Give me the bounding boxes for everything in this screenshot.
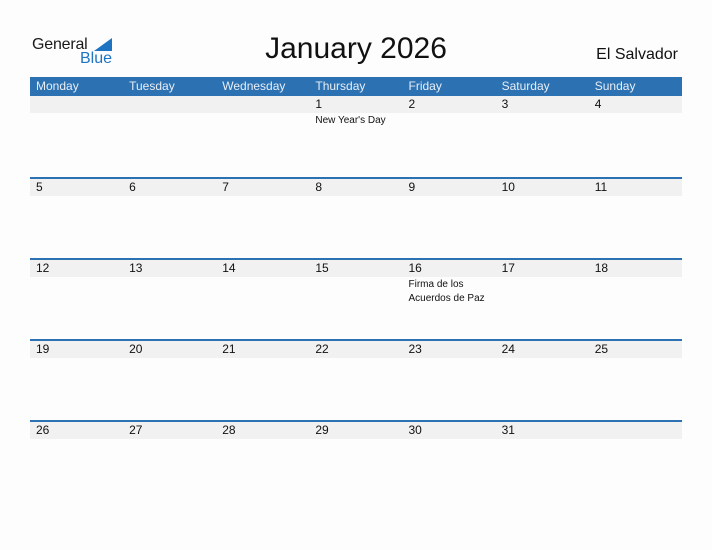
day-number: 4 (594, 97, 602, 111)
day-number: 13 (129, 261, 143, 275)
day-cell: 31 (496, 422, 589, 439)
day-cell: 28 (216, 422, 309, 439)
day-number: 21 (222, 342, 236, 356)
weekday-saturday: Saturday (501, 79, 550, 93)
day-cell: 9 (403, 179, 496, 196)
holiday-label: New Year's Day (315, 115, 386, 126)
weeks-container: 1 New Year's Day 2 3 4 5 6 7 8 9 10 11 12 13 14 15 16 Fir… (30, 96, 682, 501)
day-number: 7 (222, 180, 229, 194)
day-number: 12 (36, 261, 50, 275)
day-number: 3 (501, 97, 509, 111)
day-number (595, 422, 682, 439)
week-row: 26 27 28 29 30 31 (30, 420, 682, 501)
day-cell: 15 (309, 260, 402, 306)
day-number: 20 (129, 342, 143, 356)
day-number: 6 (129, 180, 136, 194)
day-cell: 17 (496, 260, 589, 306)
day-cell (30, 96, 123, 128)
weekday-wednesday: Wednesday (222, 79, 286, 93)
day-number: 15 (315, 261, 329, 275)
day-cell: 25 (589, 341, 682, 358)
day-cell: 18 (589, 260, 682, 306)
day-cell: 21 (216, 341, 309, 358)
weekday-thursday: Thursday (315, 79, 366, 93)
day-cell: 8 (309, 179, 402, 196)
day-cell: 22 (309, 341, 402, 358)
day-number: 23 (408, 342, 422, 356)
day-number: 26 (36, 423, 50, 437)
day-number: 8 (315, 180, 323, 194)
week-row: 1 New Year's Day 2 3 4 (30, 96, 682, 177)
day-cell: 20 (123, 341, 216, 358)
day-cell: 16 Firma de los Acuerdos de Paz (403, 260, 496, 306)
week-cells: 5 6 7 8 9 10 11 (30, 179, 682, 196)
day-number: 22 (315, 342, 329, 356)
day-number: 17 (501, 261, 515, 275)
day-number: 5 (36, 180, 43, 194)
day-cell: 4 (589, 96, 682, 128)
week-cells: 12 13 14 15 16 Firma de los Acuerdos de Paz 17… (30, 260, 682, 306)
day-number: 28 (222, 423, 236, 437)
day-number: 11 (594, 180, 608, 194)
day-number (222, 96, 309, 113)
day-number: 25 (594, 342, 609, 356)
week-cells: 19 20 21 22 23 24 25 (30, 341, 682, 358)
day-number: 30 (408, 423, 422, 437)
weekday-friday: Friday (408, 79, 442, 93)
day-number: 9 (408, 180, 416, 194)
day-number (129, 96, 216, 113)
day-number: 10 (501, 180, 515, 194)
day-number: 18 (594, 261, 609, 275)
day-number: 27 (129, 423, 143, 437)
day-cell: 13 (123, 260, 216, 306)
day-cell: 30 (403, 422, 496, 439)
day-cell: 5 (30, 179, 123, 196)
day-cell: 26 (30, 422, 123, 439)
day-cell: 29 (309, 422, 402, 439)
day-number: 31 (501, 423, 515, 437)
week-cells: 26 27 28 29 30 31 (30, 422, 682, 439)
country-label: El Salvador (596, 46, 678, 63)
day-number (36, 96, 123, 113)
day-cell (216, 96, 309, 128)
day-cell: 14 (216, 260, 309, 306)
day-cell: 24 (496, 341, 589, 358)
holiday-label: Firma de los Acuerdos de Paz (408, 279, 485, 304)
week-row: 19 20 21 22 23 24 25 (30, 339, 682, 420)
day-number: 29 (315, 423, 329, 437)
day-cell: 3 (496, 96, 589, 128)
day-cell (589, 422, 682, 439)
day-cell: 27 (123, 422, 216, 439)
day-cell: 6 (123, 179, 216, 196)
weekday-header: Monday Tuesday Wednesday Thursday Friday… (30, 77, 682, 96)
day-cell: 7 (216, 179, 309, 196)
weekday-tuesday: Tuesday (129, 79, 175, 93)
week-row: 5 6 7 8 9 10 11 (30, 177, 682, 258)
day-number: 16 (408, 261, 422, 275)
day-number: 14 (222, 261, 236, 275)
day-number: 24 (501, 342, 515, 356)
day-number: 19 (36, 342, 50, 356)
day-cell: 23 (403, 341, 496, 358)
week-cells: 1 New Year's Day 2 3 4 (30, 96, 682, 128)
day-cell: 10 (496, 179, 589, 196)
day-cell: 2 (403, 96, 496, 128)
day-number: 1 (315, 97, 323, 111)
day-cell: 19 (30, 341, 123, 358)
calendar-grid: Monday Tuesday Wednesday Thursday Friday… (30, 77, 682, 501)
day-cell: 11 (589, 179, 682, 196)
day-cell (123, 96, 216, 128)
weekday-monday: Monday (36, 79, 79, 93)
day-number: 2 (408, 97, 416, 111)
day-cell: 1 New Year's Day (309, 96, 402, 128)
day-cell: 12 (30, 260, 123, 306)
weekday-sunday: Sunday (594, 79, 636, 93)
week-row: 12 13 14 15 16 Firma de los Acuerdos de Paz 17… (30, 258, 682, 339)
